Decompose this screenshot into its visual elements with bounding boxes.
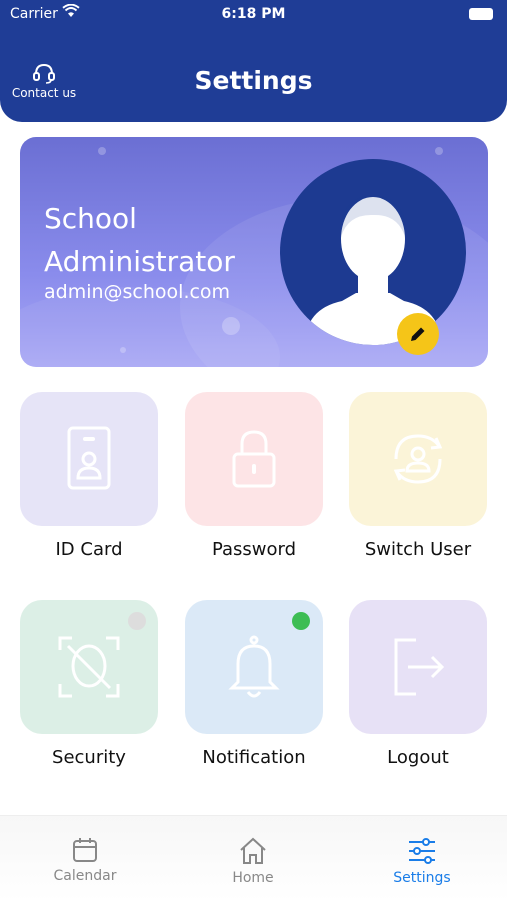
decorative-dot (120, 347, 126, 353)
logout-icon (394, 638, 445, 696)
id-card-icon (67, 426, 111, 490)
switch-user-icon (393, 434, 443, 484)
user-silhouette-icon (305, 195, 441, 345)
decorative-dot (222, 317, 240, 335)
status-time: 6:18 PM (221, 6, 286, 22)
profile-card: School Administrator admin@school.com (20, 137, 488, 367)
face-scan-icon (58, 636, 120, 698)
profile-email: admin@school.com (44, 281, 231, 303)
lock-icon (232, 430, 276, 488)
id-card-tile[interactable] (20, 392, 158, 526)
tab-calendar-label: Calendar (53, 868, 117, 884)
security-status-dot (128, 612, 146, 630)
bell-icon (228, 635, 280, 698)
home-icon (240, 837, 266, 864)
bottom-tab-bar: Calendar Home Settings (0, 815, 507, 901)
sliders-icon (409, 838, 435, 864)
tab-settings-label: Settings (393, 870, 451, 886)
decorative-dot (435, 147, 443, 155)
battery-icon (469, 8, 493, 20)
avatar (280, 159, 466, 345)
notification-status-dot (292, 612, 310, 630)
pencil-icon (411, 327, 425, 341)
logout-label: Logout (387, 747, 449, 768)
tab-calendar[interactable]: Calendar (25, 836, 145, 884)
tab-settings[interactable]: Settings (362, 836, 482, 886)
switch-user-label: Switch User (364, 539, 472, 560)
page-title: Settings (194, 66, 313, 95)
password-label: Password (211, 539, 297, 560)
id-card-label: ID Card (55, 539, 123, 560)
notification-label: Notification (202, 747, 306, 768)
tab-home[interactable]: Home (193, 836, 313, 886)
security-label: Security (52, 747, 126, 768)
tab-home-label: Home (232, 870, 274, 886)
status-bar: Carrier 6:18 PM (0, 0, 507, 28)
calendar-icon (73, 838, 97, 862)
logout-tile[interactable] (349, 600, 487, 734)
profile-name: School Administrator (44, 202, 235, 278)
decorative-dot (98, 147, 106, 155)
password-tile[interactable] (185, 392, 323, 526)
switch-user-tile[interactable] (349, 392, 487, 526)
edit-profile-button[interactable] (397, 313, 439, 355)
app-header: Carrier 6:18 PM Contact us Settings (0, 0, 507, 122)
